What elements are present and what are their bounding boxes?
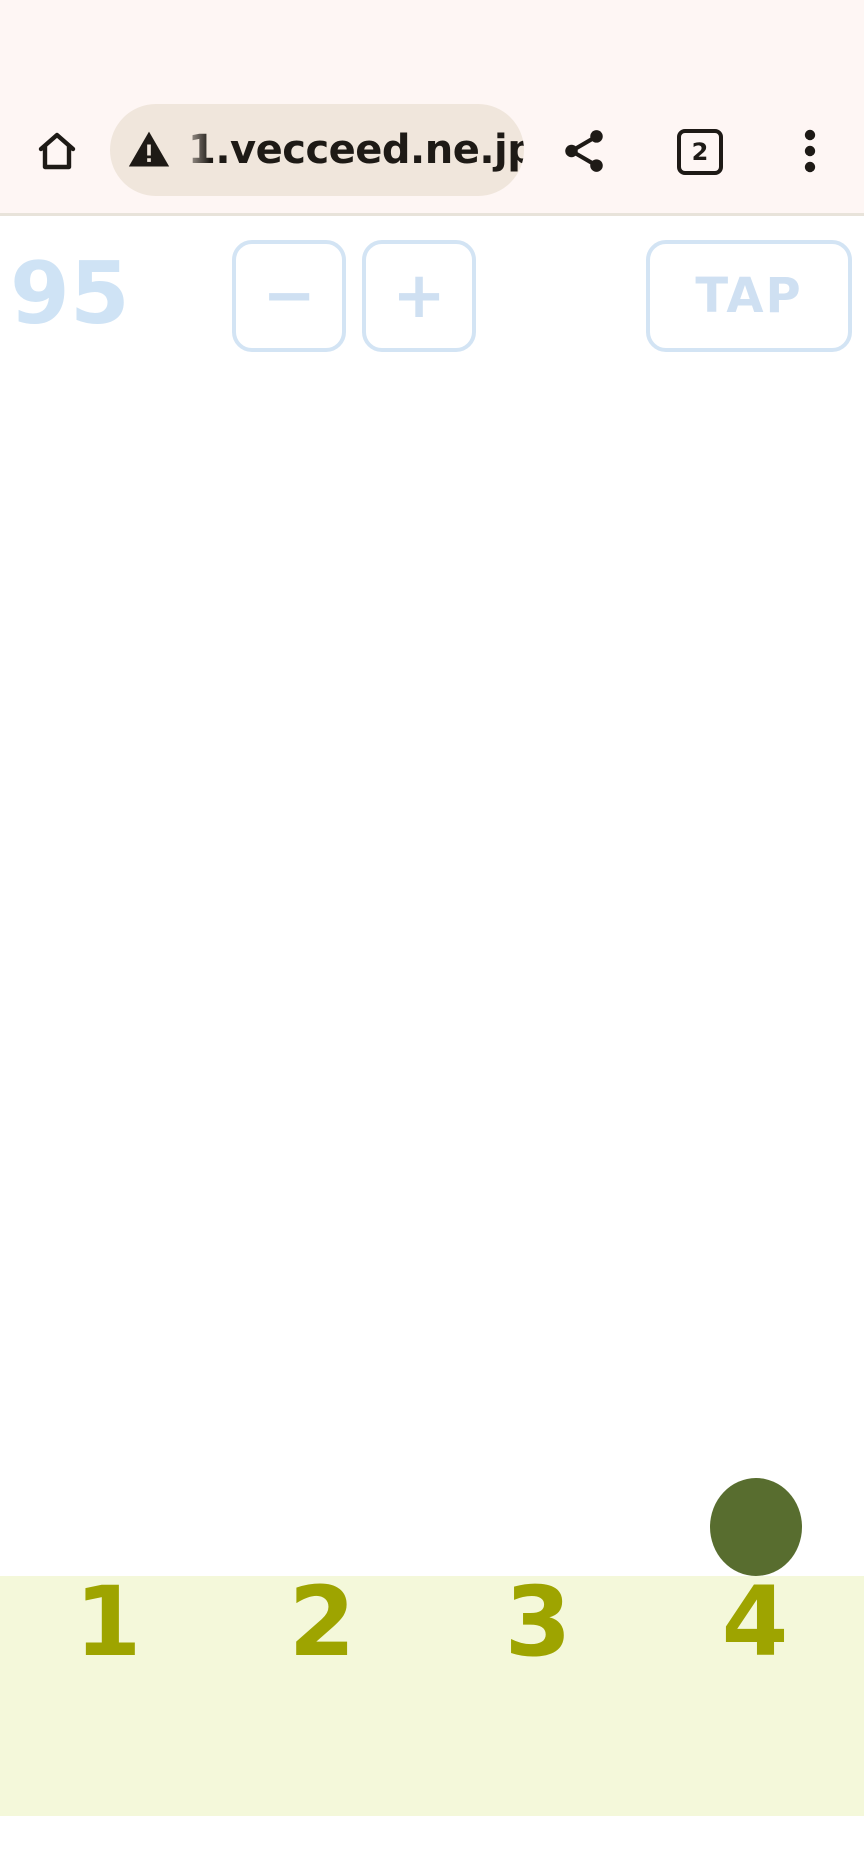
- tab-count: 2: [691, 138, 709, 166]
- tab-switcher-button[interactable]: 2: [670, 122, 730, 182]
- url-text: 1.vecceed.ne.jp: [188, 127, 524, 173]
- more-vert-icon: [804, 129, 816, 173]
- lane-label-1[interactable]: 1: [48, 1572, 168, 1672]
- share-button[interactable]: [554, 118, 614, 184]
- lane-label-2[interactable]: 2: [262, 1572, 382, 1672]
- decrease-button[interactable]: −: [232, 240, 346, 352]
- address-bar[interactable]: 1.vecceed.ne.jp: [110, 104, 524, 196]
- warning-icon[interactable]: [126, 128, 172, 172]
- home-button[interactable]: [22, 120, 92, 182]
- tap-button[interactable]: TAP: [646, 240, 852, 352]
- home-icon: [38, 132, 76, 170]
- share-icon: [565, 130, 603, 172]
- increase-button[interactable]: +: [362, 240, 476, 352]
- speed-counter: 95: [10, 244, 130, 344]
- lane-label-4[interactable]: 4: [695, 1572, 815, 1672]
- lane-label-3[interactable]: 3: [478, 1572, 598, 1672]
- falling-note: [710, 1478, 802, 1576]
- browser-toolbar: 1.vecceed.ne.jp 2: [0, 0, 864, 216]
- url-fade: [180, 104, 210, 196]
- tab-switcher-icon: 2: [677, 129, 723, 175]
- more-menu-button[interactable]: [790, 118, 830, 184]
